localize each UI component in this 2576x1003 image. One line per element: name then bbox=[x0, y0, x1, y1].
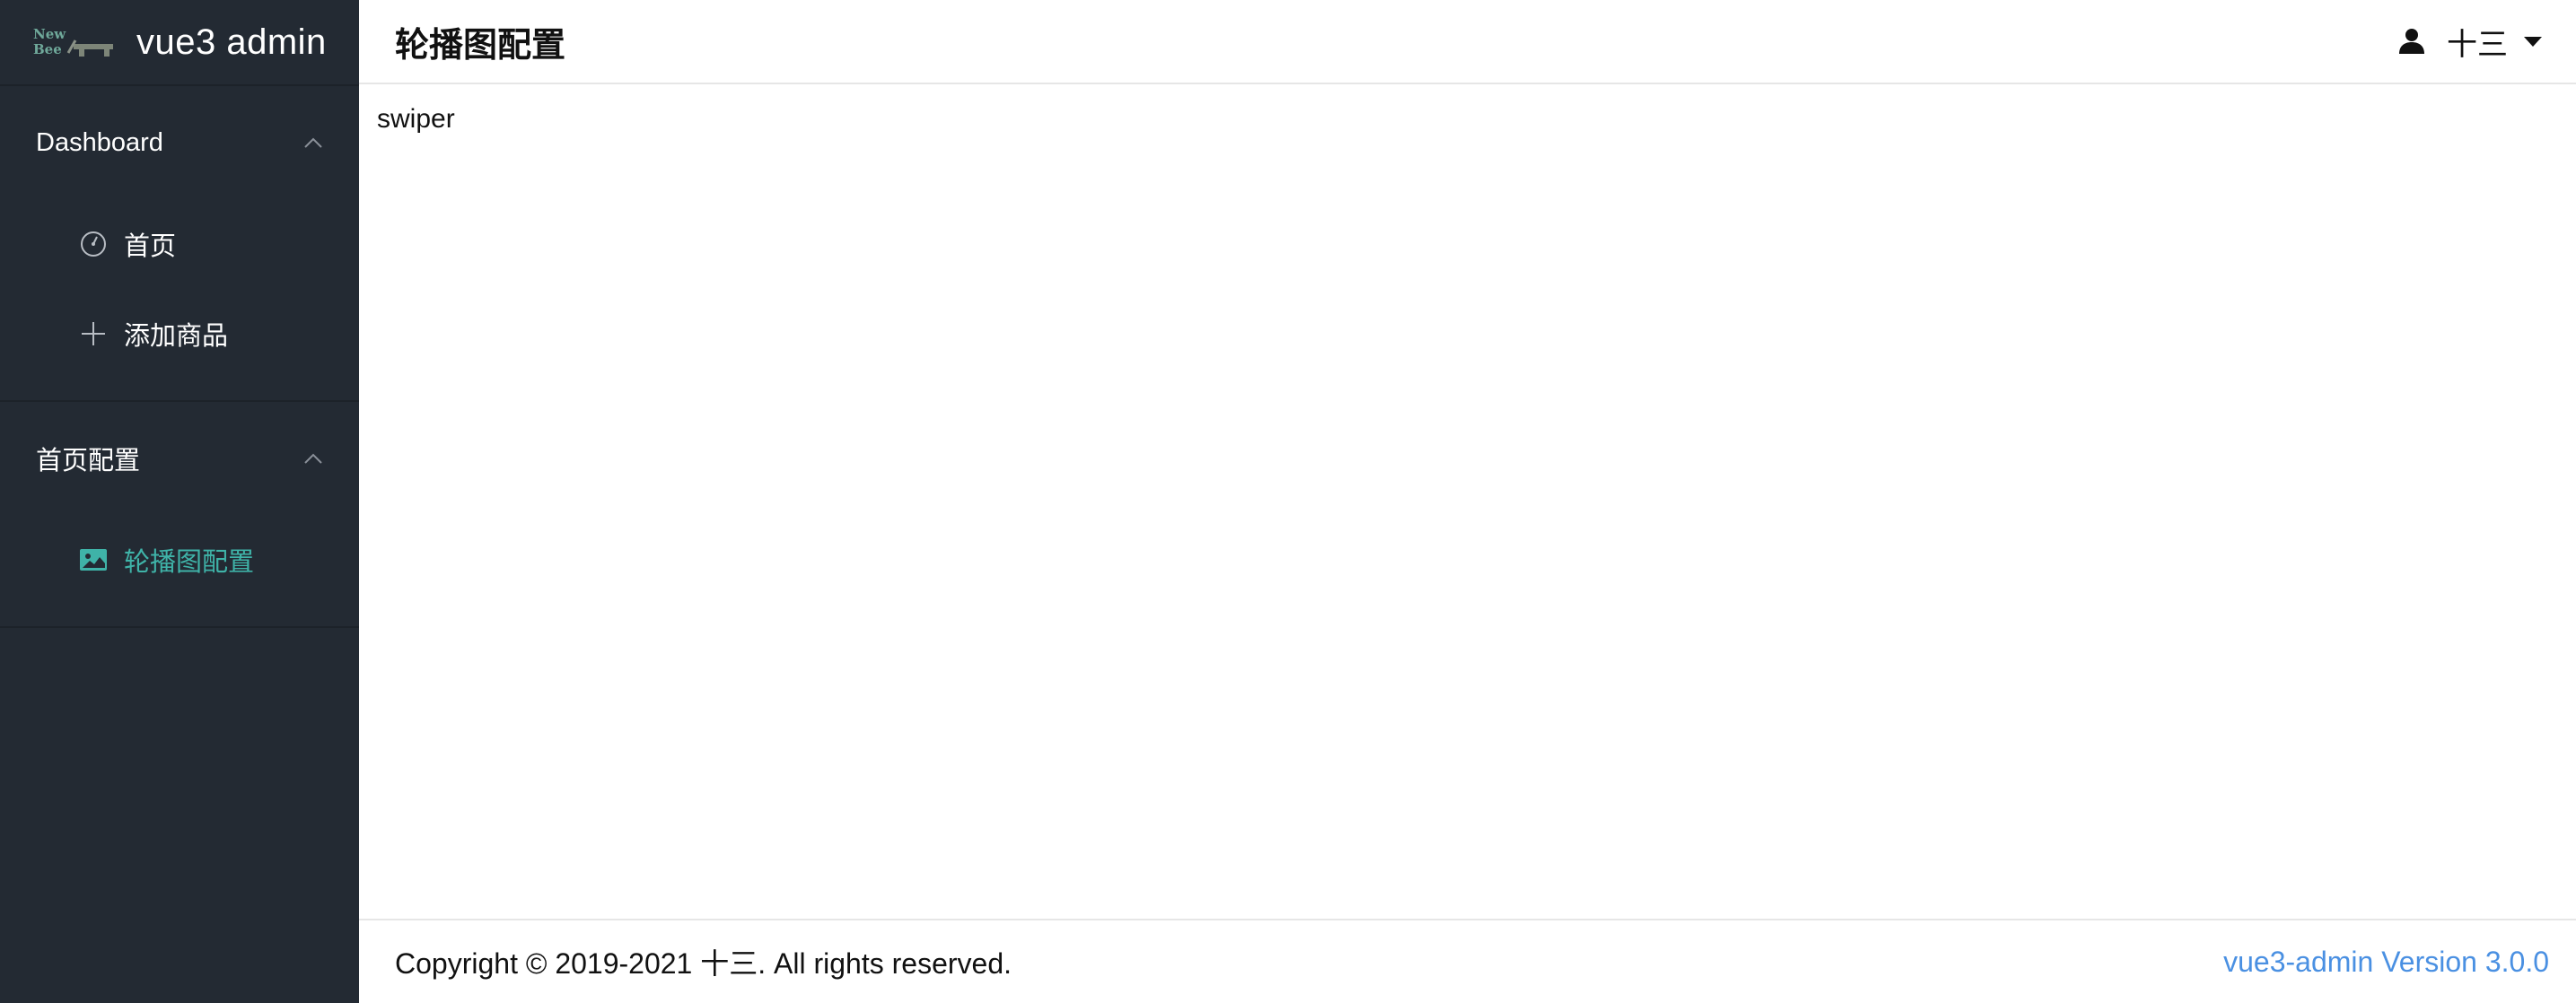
dashboard-gauge-icon bbox=[81, 231, 106, 257]
copyright-text: Copyright © 2019-2021 十三. All rights res… bbox=[395, 947, 1012, 980]
chevron-up-icon bbox=[304, 137, 322, 148]
app-name: vue3 admin bbox=[136, 22, 327, 62]
content-area: swiper bbox=[359, 84, 2576, 919]
menu-group-home-config: 首页配置 轮播图配置 bbox=[0, 402, 359, 628]
svg-text:New: New bbox=[33, 26, 66, 42]
menu-group-dashboard: Dashboard 首页 添加商品 bbox=[0, 86, 359, 402]
sidebar-item-label: 轮播图配置 bbox=[124, 548, 255, 577]
menu-group-title: 首页配置 bbox=[36, 447, 141, 475]
user-name: 十三 bbox=[2447, 27, 2508, 62]
menu-group-header-home-config[interactable]: 首页配置 bbox=[0, 402, 359, 515]
sidebar-item-label: 首页 bbox=[124, 232, 177, 261]
version-link[interactable]: vue3-admin Version 3.0.0 bbox=[2223, 946, 2549, 979]
menu-items: 首页 添加商品 bbox=[0, 199, 359, 400]
user-dropdown[interactable]: 十三 bbox=[2398, 20, 2542, 64]
sidebar-item-swiper-config[interactable]: 轮播图配置 bbox=[0, 515, 359, 605]
sidebar: New Bee vue3 admin Dashboard 首页 添加商品 首页配… bbox=[0, 0, 359, 1003]
sidebar-item-home[interactable]: 首页 bbox=[0, 199, 359, 289]
brand: New Bee vue3 admin bbox=[0, 0, 359, 86]
menu-group-title: Dashboard bbox=[36, 127, 163, 157]
footer: Copyright © 2019-2021 十三. All rights res… bbox=[359, 919, 2576, 1003]
plus-icon bbox=[82, 322, 105, 345]
newbee-logo-icon: New Bee bbox=[33, 26, 113, 57]
caret-down-icon bbox=[2524, 37, 2542, 47]
page-title: 轮播图配置 bbox=[395, 26, 566, 65]
content-text: swiper bbox=[377, 104, 455, 134]
menu-items: 轮播图配置 bbox=[0, 515, 359, 626]
app-layout: New Bee vue3 admin Dashboard 首页 添加商品 首页配… bbox=[0, 0, 2576, 1003]
user-icon bbox=[2399, 29, 2424, 54]
top-header: 轮播图配置 十三 bbox=[359, 0, 2576, 84]
chevron-up-icon bbox=[304, 453, 322, 464]
picture-icon bbox=[80, 549, 107, 571]
menu-group-header-dashboard[interactable]: Dashboard bbox=[0, 86, 359, 199]
svg-text:Bee: Bee bbox=[33, 41, 62, 57]
sidebar-item-add-product[interactable]: 添加商品 bbox=[0, 289, 359, 379]
main-area: 轮播图配置 十三 swiper Copyright © 2019-2021 十三… bbox=[359, 0, 2576, 1003]
sidebar-item-label: 添加商品 bbox=[124, 322, 229, 351]
